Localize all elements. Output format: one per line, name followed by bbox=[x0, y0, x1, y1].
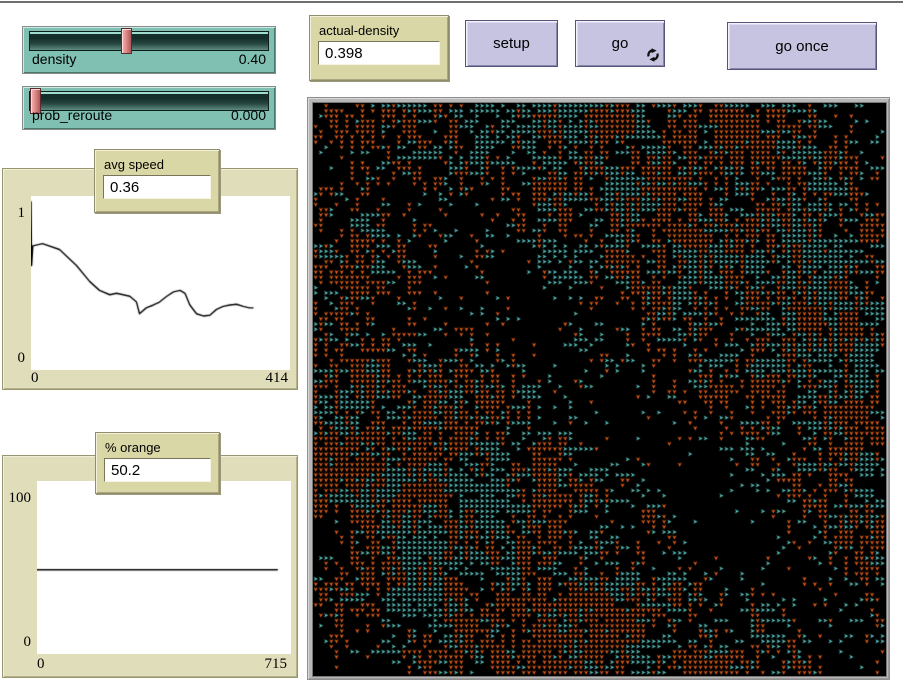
density-slider-value: 0.40 bbox=[239, 51, 266, 67]
prob-reroute-slider-label: prob_reroute bbox=[32, 107, 112, 123]
avg-speed-monitor: avg speed 0.36 bbox=[94, 149, 220, 213]
avg-speed-xtick-min: 0 bbox=[31, 370, 39, 387]
percent-orange-ytick-min: 0 bbox=[3, 634, 31, 651]
world-view bbox=[312, 102, 887, 677]
percent-orange-monitor-value: 50.2 bbox=[104, 458, 211, 482]
avg-speed-monitor-value: 0.36 bbox=[103, 175, 211, 199]
density-slider-label: density bbox=[32, 51, 76, 67]
prob-reroute-slider-value: 0.000 bbox=[231, 107, 266, 123]
actual-density-monitor-value: 0.398 bbox=[318, 41, 440, 65]
setup-button[interactable]: setup bbox=[465, 20, 558, 67]
forever-icon bbox=[646, 48, 660, 62]
go-button[interactable]: go bbox=[575, 20, 665, 67]
avg-speed-xtick-max: 414 bbox=[233, 370, 288, 387]
percent-orange-monitor-label: % orange bbox=[96, 433, 219, 458]
percent-orange-xtick-min: 0 bbox=[37, 656, 45, 673]
percent-orange-plot-line bbox=[37, 481, 291, 654]
density-slider-track[interactable] bbox=[29, 31, 269, 51]
actual-density-monitor-label: actual-density bbox=[310, 16, 448, 41]
avg-speed-ytick-min: 0 bbox=[5, 350, 25, 367]
window-top-border bbox=[0, 1, 903, 3]
percent-orange-ytick-max: 100 bbox=[3, 490, 31, 507]
go-once-button-label: go once bbox=[775, 38, 828, 55]
density-slider[interactable]: density 0.40 bbox=[22, 26, 276, 74]
actual-density-monitor: actual-density 0.398 bbox=[309, 15, 449, 81]
avg-speed-plot-line bbox=[31, 196, 290, 370]
go-button-label: go bbox=[612, 35, 629, 52]
percent-orange-xtick-max: 715 bbox=[231, 656, 287, 673]
prob-reroute-slider[interactable]: prob_reroute 0.000 bbox=[22, 86, 276, 130]
avg-speed-ytick-max: 1 bbox=[5, 205, 25, 222]
world-view-frame bbox=[307, 97, 890, 680]
go-once-button[interactable]: go once bbox=[727, 22, 877, 70]
percent-orange-monitor: % orange 50.2 bbox=[95, 432, 220, 494]
avg-speed-monitor-label: avg speed bbox=[95, 150, 219, 175]
setup-button-label: setup bbox=[493, 35, 530, 52]
netlogo-interface: density 0.40 prob_reroute 0.000 actual-d… bbox=[0, 0, 903, 699]
